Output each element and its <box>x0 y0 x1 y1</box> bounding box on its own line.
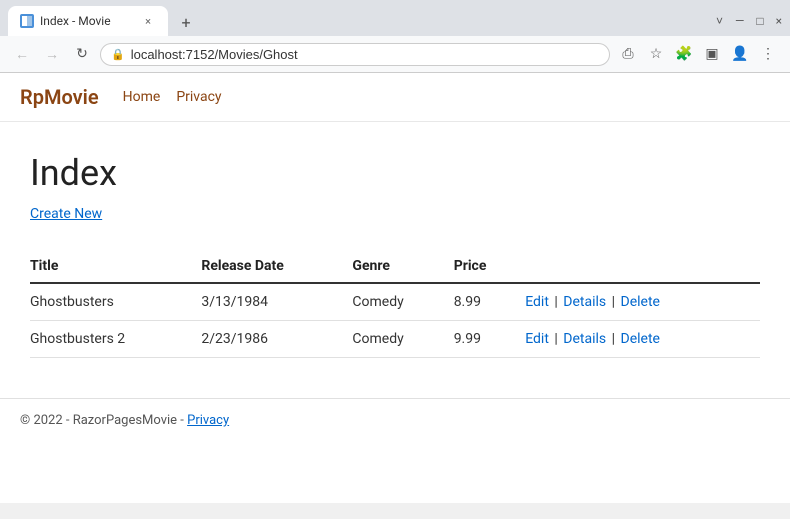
separator-1: | <box>554 331 561 347</box>
forward-button[interactable]: → <box>40 42 64 66</box>
cell-actions: Edit | Details | Delete <box>525 283 760 321</box>
browser-toolbar: ← → ↻ 🔒 ⎙ ☆ 🧩 ▣ 👤 ⋮ <box>0 36 790 73</box>
col-header-genre: Genre <box>352 250 453 283</box>
main-content: Index Create New Title Release Date Genr… <box>0 122 790 378</box>
sidebar-icon[interactable]: ▣ <box>700 42 724 66</box>
reload-button[interactable]: ↻ <box>70 42 94 66</box>
site-footer: © 2022 - RazorPagesMovie - Privacy <box>0 398 790 442</box>
window-maximize-button[interactable]: □ <box>756 14 763 28</box>
browser-tabs: Index - Movie × + <box>8 6 708 36</box>
extensions-icon[interactable]: 🧩 <box>672 42 696 66</box>
tab-title: Index - Movie <box>40 14 111 28</box>
footer-copyright: © 2022 - RazorPagesMovie - <box>20 413 187 428</box>
page-content: RpMovie Home Privacy Index Create New Ti… <box>0 73 790 503</box>
table-row: Ghostbusters 3/13/1984 Comedy 8.99 Edit … <box>30 283 760 321</box>
table-row: Ghostbusters 2 2/23/1986 Comedy 9.99 Edi… <box>30 321 760 358</box>
page-title: Index <box>30 152 760 194</box>
brand-prefix: Rp <box>20 85 44 109</box>
col-header-actions <box>525 250 760 283</box>
table-header-row: Title Release Date Genre Price <box>30 250 760 283</box>
browser-window: Index - Movie × + ˅ — □ × ← → ↻ 🔒 ⎙ ☆ 🧩 … <box>0 0 790 503</box>
brand-logo: RpMovie <box>20 85 99 109</box>
cell-price: 9.99 <box>454 321 526 358</box>
nav-link-home[interactable]: Home <box>123 89 161 105</box>
edit-link[interactable]: Edit <box>525 331 549 347</box>
cell-actions: Edit | Details | Delete <box>525 321 760 358</box>
site-header: RpMovie Home Privacy <box>0 73 790 122</box>
address-bar-input[interactable] <box>131 47 599 62</box>
back-button[interactable]: ← <box>10 42 34 66</box>
separator-1: | <box>554 294 561 310</box>
create-new-link[interactable]: Create New <box>30 206 102 222</box>
col-header-title: Title <box>30 250 201 283</box>
nav-link-privacy[interactable]: Privacy <box>176 89 221 105</box>
share-icon[interactable]: ⎙ <box>616 42 640 66</box>
cell-price: 8.99 <box>454 283 526 321</box>
edit-link[interactable]: Edit <box>525 294 549 310</box>
active-tab[interactable]: Index - Movie × <box>8 6 168 36</box>
profile-icon[interactable]: 👤 <box>728 42 752 66</box>
cell-release-date: 2/23/1986 <box>201 321 352 358</box>
tab-close-button[interactable]: × <box>140 13 156 29</box>
brand-suffix: Movie <box>44 85 99 109</box>
separator-2: | <box>612 294 619 310</box>
address-bar-container: 🔒 <box>100 43 610 66</box>
delete-link[interactable]: Delete <box>621 331 660 347</box>
movies-table: Title Release Date Genre Price Ghostbust… <box>30 250 760 358</box>
toolbar-actions: ⎙ ☆ 🧩 ▣ 👤 ⋮ <box>616 42 780 66</box>
cell-release-date: 3/13/1984 <box>201 283 352 321</box>
new-tab-button[interactable]: + <box>172 8 200 36</box>
col-header-price: Price <box>454 250 526 283</box>
cell-genre: Comedy <box>352 283 453 321</box>
details-link[interactable]: Details <box>563 294 606 310</box>
cell-genre: Comedy <box>352 321 453 358</box>
window-chevron-icon: ˅ <box>716 14 723 28</box>
delete-link[interactable]: Delete <box>621 294 660 310</box>
lock-icon: 🔒 <box>111 48 125 61</box>
cell-title: Ghostbusters 2 <box>30 321 201 358</box>
window-close-button[interactable]: × <box>776 14 782 28</box>
site-nav: Home Privacy <box>123 89 222 105</box>
window-controls: ˅ — □ × <box>716 14 782 28</box>
separator-2: | <box>612 331 619 347</box>
footer-privacy-link[interactable]: Privacy <box>187 413 229 428</box>
menu-icon[interactable]: ⋮ <box>756 42 780 66</box>
browser-titlebar: Index - Movie × + ˅ — □ × <box>0 0 790 36</box>
bookmark-icon[interactable]: ☆ <box>644 42 668 66</box>
tab-favicon-icon <box>20 14 34 28</box>
col-header-release-date: Release Date <box>201 250 352 283</box>
details-link[interactable]: Details <box>563 331 606 347</box>
window-minimize-button[interactable]: — <box>735 14 744 28</box>
cell-title: Ghostbusters <box>30 283 201 321</box>
